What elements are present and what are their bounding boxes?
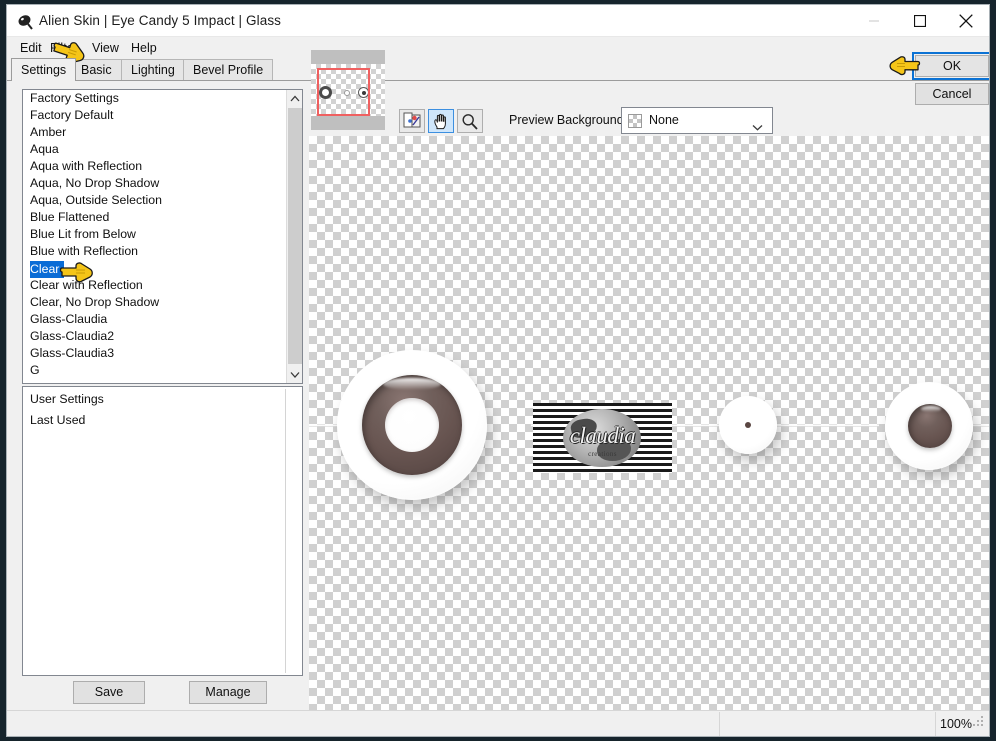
preview-toolbar: Preview Background: None	[309, 50, 989, 137]
glass-line-right	[769, 424, 879, 427]
cancel-button[interactable]: Cancel	[915, 83, 989, 105]
navigator-viewport-rect[interactable]	[317, 68, 370, 116]
watermark-subtext: creations	[588, 450, 617, 458]
small-glass-dot	[719, 396, 777, 454]
user-list-divider	[285, 389, 286, 673]
scroll-down-icon[interactable]	[287, 366, 302, 383]
small-dot-core	[745, 422, 751, 428]
list-item[interactable]: Glass-Claudia2	[23, 328, 285, 345]
list-item[interactable]: Aqua with Reflection	[23, 158, 285, 175]
status-bar: 100%	[7, 710, 989, 736]
minimize-button[interactable]	[851, 5, 897, 36]
hand-cursor-ok-button	[888, 55, 922, 82]
user-settings-list[interactable]: User Settings Last Used	[22, 386, 303, 676]
list-item[interactable]: Amber	[23, 124, 285, 141]
preview-navigator[interactable]	[311, 50, 385, 130]
preview-background-label: Preview Background:	[509, 113, 628, 127]
window-title: Alien Skin | Eye Candy 5 Impact | Glass	[39, 13, 282, 28]
title-bar: Alien Skin | Eye Candy 5 Impact | Glass	[7, 5, 989, 37]
save-button[interactable]: Save	[73, 681, 145, 704]
list-item[interactable]: Glass-Claudia	[23, 311, 285, 328]
list-item[interactable]: Glass-Claudia3	[23, 345, 285, 362]
watermark-text: claudia	[569, 423, 636, 448]
resize-grip-icon[interactable]	[973, 714, 984, 732]
medium-glass-ball	[885, 382, 973, 470]
user-settings-items: User Settings Last Used	[23, 387, 302, 675]
tab-lighting[interactable]: Lighting	[121, 59, 185, 80]
ok-button[interactable]: OK	[915, 55, 989, 77]
preview-background-select[interactable]: None	[621, 107, 773, 134]
menu-bar: Edit Filter View Help	[7, 37, 989, 57]
claudia-watermark: claudia creations	[533, 403, 672, 473]
list-item[interactable]: Aqua	[23, 141, 285, 158]
large-ring-highlight	[383, 378, 441, 390]
list-item[interactable]: User Settings	[23, 389, 302, 410]
close-icon[interactable]	[943, 5, 989, 36]
chevron-down-icon	[752, 118, 763, 136]
application-window: Alien Skin | Eye Candy 5 Impact | Glass …	[6, 4, 990, 737]
scrollbar-thumb[interactable]	[288, 108, 302, 364]
medium-ball-highlight	[921, 406, 941, 412]
tab-bevel-profile[interactable]: Bevel Profile	[183, 59, 274, 80]
maximize-button[interactable]	[897, 5, 943, 36]
list-item[interactable]: Factory Default	[23, 107, 285, 124]
screen-root: Alien Skin | Eye Candy 5 Impact | Glass …	[0, 0, 996, 741]
tab-settings[interactable]: Settings	[11, 58, 77, 81]
status-middle-cell	[719, 712, 935, 736]
preset-list-scrollbar[interactable]	[286, 90, 302, 383]
list-item[interactable]: G	[23, 362, 285, 379]
list-item[interactable]: Blue Flattened	[23, 209, 285, 226]
settings-panel: Factory Settings Factory Default Amber Aqua…	[13, 83, 309, 708]
list-item[interactable]: Aqua, No Drop Shadow	[23, 175, 285, 192]
list-item[interactable]: Blue Lit from Below	[23, 226, 285, 243]
scroll-up-icon[interactable]	[287, 90, 302, 107]
alien-skin-icon	[16, 13, 33, 30]
hand-cursor-clear-preset	[58, 261, 98, 290]
status-message	[13, 712, 689, 736]
list-item[interactable]: Aqua, Outside Selection	[23, 192, 285, 209]
list-item[interactable]: Last Used	[23, 410, 302, 431]
preview-canvas[interactable]: claudia creations	[309, 136, 989, 723]
transparency-swatch-icon	[628, 114, 642, 128]
large-glass-ring	[337, 350, 487, 500]
list-item[interactable]: Blue with Reflection	[23, 243, 285, 260]
color-picker-icon[interactable]	[399, 109, 425, 133]
preview-background-value: None	[649, 113, 679, 127]
tab-strip: Settings Basic Lighting Bevel Profile	[7, 58, 989, 81]
tab-underline	[7, 80, 989, 81]
magnifier-icon[interactable]	[457, 109, 483, 133]
factory-settings-items: Factory Settings Factory Default Amber Aqua…	[23, 90, 285, 383]
manage-button[interactable]: Manage	[189, 681, 267, 704]
factory-settings-list[interactable]: Factory Settings Factory Default Amber Aqua…	[22, 89, 303, 384]
menu-help[interactable]: Help	[126, 39, 162, 57]
large-ring-hole	[385, 398, 439, 452]
list-item[interactable]: Clear, No Drop Shadow	[23, 294, 285, 311]
pan-hand-icon[interactable]	[428, 109, 454, 133]
list-item[interactable]: Factory Settings	[23, 90, 285, 107]
menu-view[interactable]: View	[87, 39, 124, 57]
menu-edit[interactable]: Edit	[15, 39, 47, 57]
